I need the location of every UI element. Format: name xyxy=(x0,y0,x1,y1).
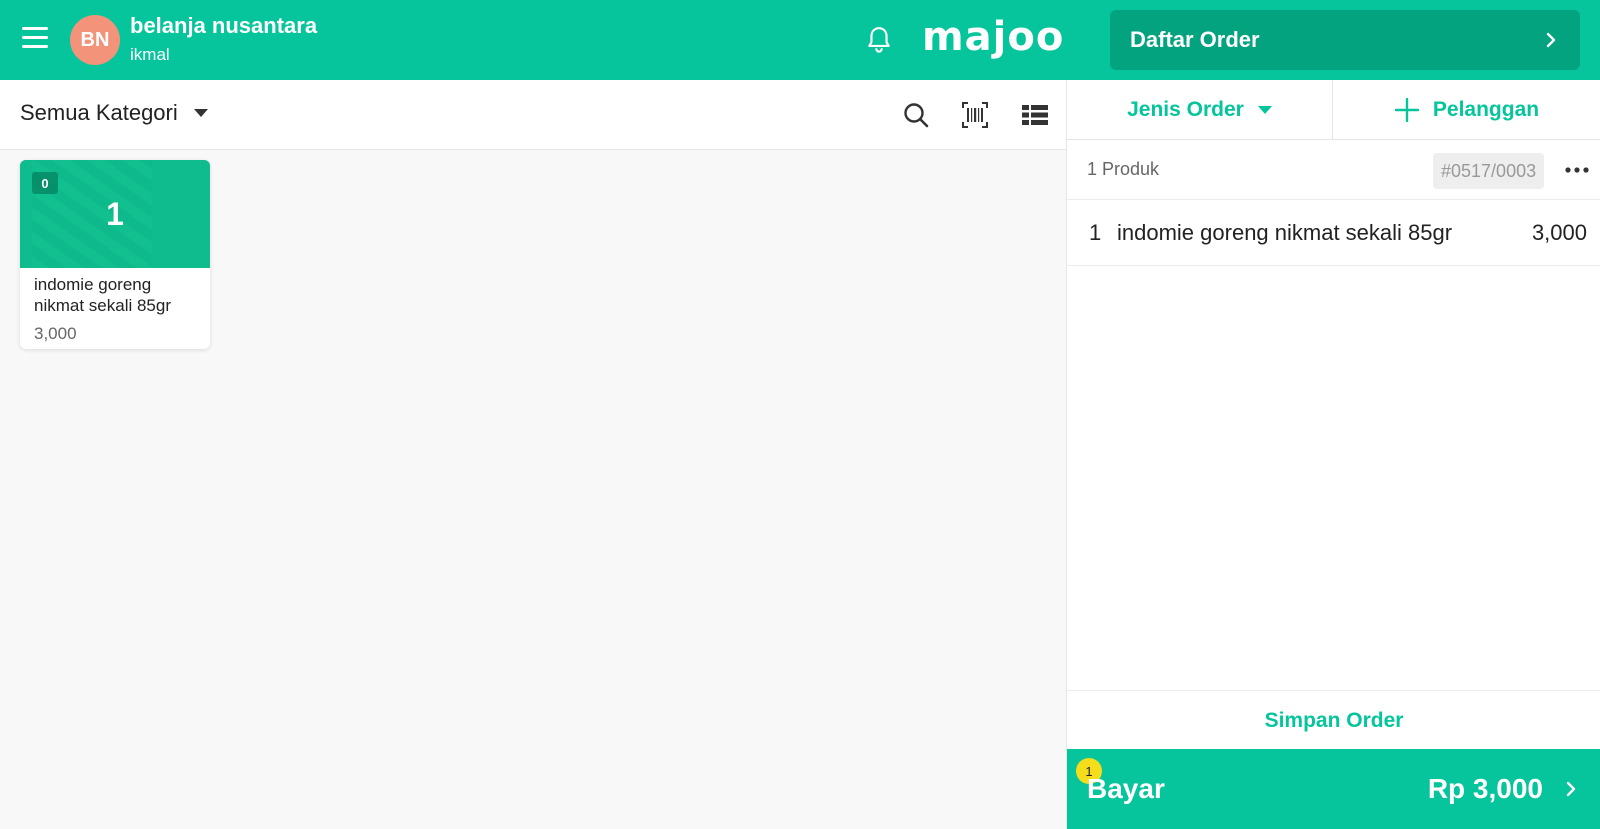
selected-quantity: 1 xyxy=(106,195,124,232)
category-label: Semua Kategori xyxy=(20,100,178,125)
save-order-button[interactable]: Simpan Order xyxy=(1067,690,1600,750)
search-icon[interactable] xyxy=(902,101,930,129)
order-list-label: Daftar Order xyxy=(1130,27,1260,52)
caret-down-icon xyxy=(1257,105,1272,114)
hamburger-menu-icon[interactable] xyxy=(22,27,48,49)
product-price: 3,000 xyxy=(34,324,77,343)
caret-down-icon xyxy=(193,109,208,117)
customer-label: Pelanggan xyxy=(1432,97,1540,121)
product-image: 0 1 xyxy=(20,160,210,268)
notification-bell-icon[interactable] xyxy=(866,26,892,54)
add-customer-button[interactable]: Pelanggan xyxy=(1333,80,1600,140)
category-dropdown[interactable]: Semua Kategori xyxy=(20,100,208,126)
order-type-dropdown[interactable]: Jenis Order xyxy=(1067,80,1333,140)
product-card[interactable]: 0 1 indomie goreng nikmat sekali 85gr 3,… xyxy=(20,160,210,349)
order-item-total: 3,000 xyxy=(1531,220,1587,245)
product-name: indomie goreng nikmat sekali 85gr xyxy=(34,275,172,315)
category-toolbar: Semua Kategori xyxy=(0,80,1066,150)
order-type-label: Jenis Order xyxy=(1127,97,1244,121)
chevron-right-icon xyxy=(1566,781,1576,797)
save-order-label: Simpan Order xyxy=(1264,708,1404,732)
order-item-name: indomie goreng nikmat sekali 85gr xyxy=(1117,220,1453,245)
product-count: 1 Produk xyxy=(1087,159,1160,179)
pay-button[interactable]: 1 Bayar Rp 3,000 xyxy=(1067,749,1600,829)
barcode-icon[interactable] xyxy=(961,101,989,129)
order-list-button[interactable]: Daftar Order xyxy=(1110,10,1580,70)
chevron-right-icon xyxy=(1546,32,1556,48)
pay-total: Rp 3,000 xyxy=(1427,773,1543,804)
order-item-row[interactable]: 1 indomie goreng nikmat sekali 85gr 3,00… xyxy=(1067,200,1600,266)
order-info-bar: 1 Produk #0517/0003 xyxy=(1067,140,1600,200)
pay-label: Bayar xyxy=(1087,773,1165,804)
order-panel: Jenis Order Pelanggan 1 Produk #0517/000… xyxy=(1066,80,1600,829)
avatar[interactable]: BN xyxy=(70,15,120,65)
store-name: belanja nusantara xyxy=(130,13,318,38)
majoo-logo: majoo xyxy=(922,14,1065,60)
user-name: ikmal xyxy=(130,45,170,64)
plus-icon xyxy=(1394,97,1419,122)
more-options-icon[interactable] xyxy=(1565,166,1589,174)
order-number: #0517/0003 xyxy=(1433,153,1545,189)
top-header: BN belanja nusantara ikmal majoo Daftar … xyxy=(0,0,1600,80)
list-view-icon[interactable] xyxy=(1021,101,1049,129)
order-item-qty: 1 xyxy=(1089,220,1102,245)
